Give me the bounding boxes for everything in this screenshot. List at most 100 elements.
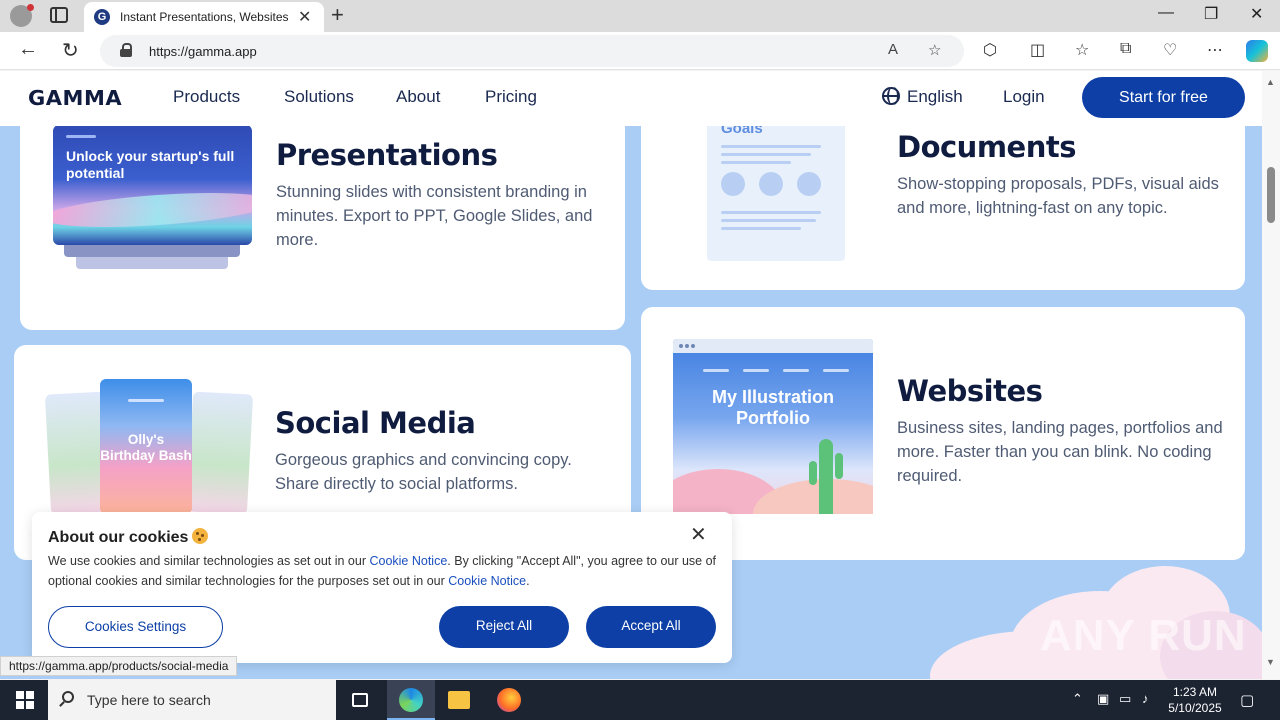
start-for-free-button[interactable]: Start for free: [1082, 77, 1245, 118]
cookie-notice-link[interactable]: Cookie Notice: [369, 554, 447, 568]
nav-line: [783, 369, 809, 372]
status-url: https://gamma.app/products/social-media: [0, 656, 238, 676]
favorite-star-icon[interactable]: ☆: [928, 41, 941, 59]
pie-chart-icon: [797, 172, 821, 196]
gamma-logo[interactable]: GAMMA: [28, 86, 122, 110]
taskbar-clock[interactable]: 1:23 AM 5/10/2025: [1166, 684, 1224, 716]
taskbar-search[interactable]: Type here to search: [48, 680, 336, 720]
clock-time: 1:23 AM: [1172, 685, 1218, 699]
presentation-thumbnail: Unlock your startup's full potential: [53, 125, 252, 245]
new-tab-icon[interactable]: +: [331, 2, 344, 28]
dot-icon: [691, 344, 695, 348]
nav-pricing[interactable]: Pricing: [485, 87, 537, 107]
site-header: GAMMA Products Solutions About Pricing E…: [0, 71, 1262, 126]
extensions-icon[interactable]: ⬡: [983, 40, 997, 60]
nav-solutions[interactable]: Solutions: [284, 87, 354, 107]
taskbar-search-placeholder: Type here to search: [87, 692, 211, 708]
browser-essentials-icon[interactable]: ♡: [1163, 40, 1177, 60]
dot-icon: [685, 344, 689, 348]
presentations-description: Stunning slides with consistent branding…: [276, 183, 593, 249]
nav-products[interactable]: Products: [173, 87, 240, 107]
minimize-icon[interactable]: —: [1158, 4, 1174, 22]
website-thumbnail-text: My Illustration Portfolio: [711, 387, 834, 428]
cookie-title-text: About our cookies: [48, 529, 189, 546]
nav-line: [703, 369, 729, 372]
scroll-down-icon[interactable]: ▼: [1266, 657, 1275, 667]
cookies-settings-button[interactable]: Cookies Settings: [48, 606, 223, 648]
reject-all-button[interactable]: Reject All: [439, 606, 569, 648]
back-icon[interactable]: ←: [18, 38, 38, 61]
website-thumbnail: My Illustration Portfolio: [673, 339, 873, 514]
url-field[interactable]: https://gamma.app A ☆: [100, 35, 964, 67]
slide-stack-back: [76, 257, 228, 269]
search-icon: [62, 691, 74, 703]
website-browser-bar: [673, 339, 873, 353]
doc-line: [721, 153, 811, 156]
tray-chevron-icon[interactable]: ⌃: [1072, 691, 1083, 707]
wave-decoration: [53, 187, 252, 233]
volume-icon[interactable]: ♪: [1142, 691, 1149, 706]
scroll-thumb[interactable]: [1267, 167, 1275, 223]
cactus-decoration: [809, 439, 843, 514]
collections-icon[interactable]: ⧉: [1120, 40, 1131, 58]
social-media-thumbnail: Olly's Birthday Bash: [100, 379, 192, 514]
social-media-thumbnail-text: Olly's Birthday Bash: [100, 432, 192, 463]
language-selector[interactable]: English: [907, 87, 963, 107]
file-explorer-icon[interactable]: [435, 680, 483, 720]
url-text[interactable]: https://gamma.app: [149, 44, 257, 59]
cookie-banner-title: About our cookies: [48, 528, 209, 547]
slide-stack-mid: [64, 245, 240, 257]
cookie-banner-text: We use cookies and similar technologies …: [48, 551, 723, 591]
websites-description: Business sites, landing pages, portfolio…: [897, 419, 1223, 485]
slide-accent-line: [66, 135, 96, 138]
lock-icon[interactable]: [120, 43, 132, 57]
accept-all-button[interactable]: Accept All: [586, 606, 716, 648]
documents-description: Show-stopping proposals, PDFs, visual ai…: [897, 175, 1219, 217]
tab-title: Instant Presentations, Websites, and Mor…: [120, 10, 288, 24]
windows-taskbar: Type here to search ⌃ ▣ ▭ ♪ 1:23 AM 5/10…: [0, 680, 1280, 720]
doc-line: [721, 227, 801, 230]
presentations-title: Presentations: [276, 138, 498, 172]
documents-title: Documents: [897, 130, 1077, 164]
nav-about[interactable]: About: [396, 87, 440, 107]
copilot-icon[interactable]: [1246, 40, 1268, 62]
page-scrollbar[interactable]: ▲ ▼: [1262, 71, 1280, 679]
tray-device-icon[interactable]: ▣: [1097, 691, 1109, 707]
read-aloud-icon[interactable]: A: [888, 41, 898, 58]
page-viewport: Unlock your startup's full potential Pre…: [0, 71, 1262, 679]
firefox-icon[interactable]: [484, 680, 532, 720]
restore-icon[interactable]: ❐: [1204, 4, 1218, 24]
social-back-card-right: [186, 391, 254, 515]
doc-line: [721, 161, 791, 164]
split-screen-icon[interactable]: ◫: [1030, 40, 1045, 60]
edge-taskbar-icon[interactable]: [387, 680, 435, 720]
browser-tab[interactable]: G Instant Presentations, Websites, and M…: [84, 2, 324, 32]
globe-icon[interactable]: [882, 87, 900, 105]
pie-chart-icon: [759, 172, 783, 196]
network-icon[interactable]: ▭: [1119, 691, 1131, 707]
scroll-up-icon[interactable]: ▲: [1266, 77, 1275, 87]
watermark: ANY RUN: [1040, 611, 1247, 660]
tab-close-icon[interactable]: ✕: [298, 7, 311, 27]
cookie-text-part: .: [526, 574, 530, 588]
task-view-icon[interactable]: [336, 680, 384, 720]
address-bar: ← ↻ https://gamma.app A ☆ ⬡ ◫ ☆ ⧉ ♡ ⋯: [0, 32, 1280, 70]
browser-tab-strip: G Instant Presentations, Websites, and M…: [0, 0, 1280, 32]
favorites-icon[interactable]: ☆: [1075, 40, 1089, 60]
windows-start-icon[interactable]: [16, 691, 34, 709]
social-media-description: Gorgeous graphics and convincing copy. S…: [275, 451, 572, 493]
gamma-favicon-icon: G: [94, 9, 110, 25]
presentation-thumbnail-text: Unlock your startup's full potential: [66, 148, 235, 181]
window-close-icon[interactable]: ✕: [1250, 4, 1263, 24]
refresh-icon[interactable]: ↻: [62, 38, 79, 63]
notifications-icon[interactable]: ▢: [1240, 691, 1254, 709]
dot-icon: [679, 344, 683, 348]
clock-date: 5/10/2025: [1168, 701, 1222, 715]
login-link[interactable]: Login: [1003, 87, 1045, 107]
more-menu-icon[interactable]: ⋯: [1207, 40, 1223, 60]
tab-actions-icon[interactable]: [50, 7, 68, 23]
profile-icon[interactable]: [10, 4, 34, 27]
social-accent-line: [128, 399, 164, 402]
cookie-notice-link[interactable]: Cookie Notice: [448, 574, 526, 588]
cookie-close-icon[interactable]: ✕: [690, 522, 707, 547]
